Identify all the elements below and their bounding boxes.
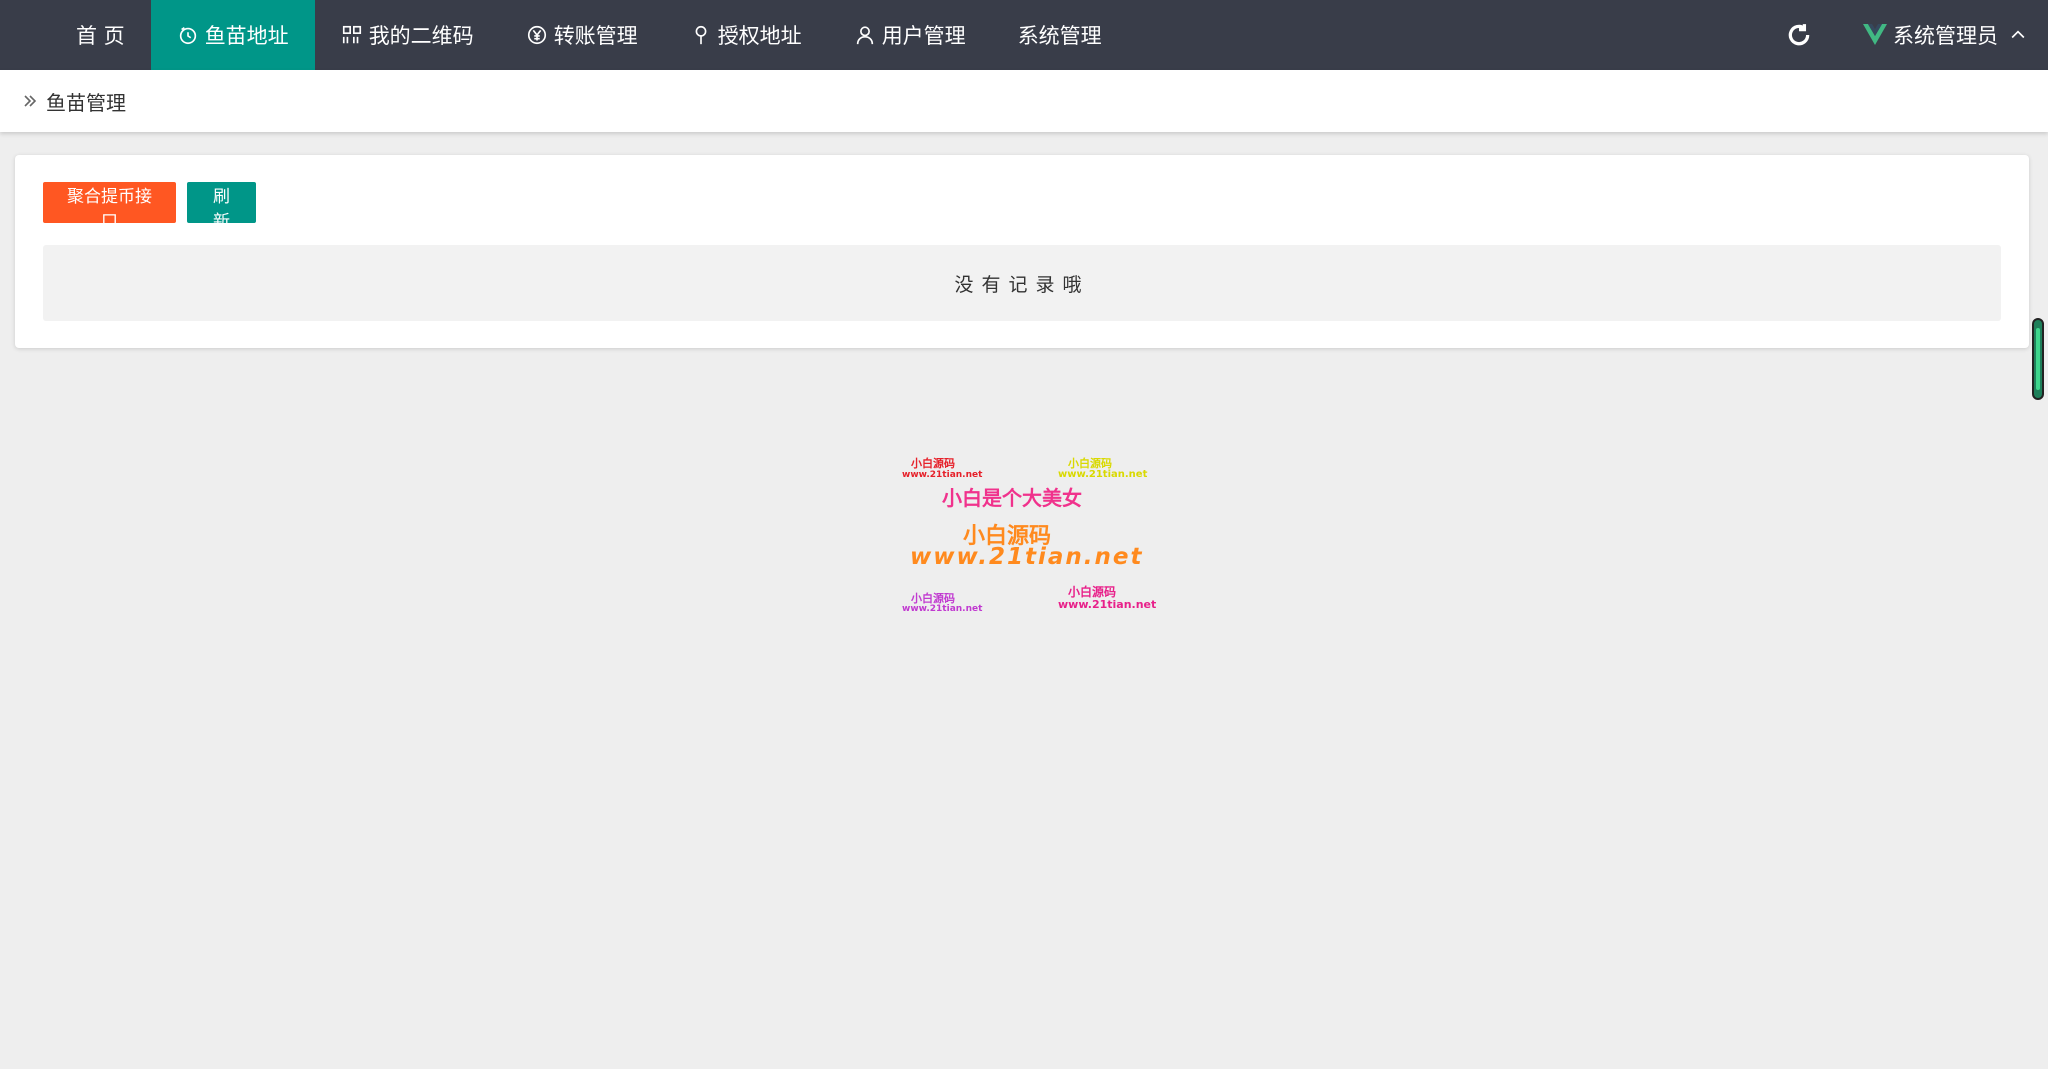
watermark-main-text: 小白是个大美女 — [942, 486, 1082, 510]
user-menu[interactable]: 系统管理员 — [1863, 0, 2048, 70]
nav-item-label: 系统管理 — [1017, 24, 1102, 48]
watermark-url: www.21tian.net — [902, 470, 983, 480]
refresh-icon — [1788, 24, 1810, 46]
nav-item-transfer[interactable]: 转账管理 — [500, 0, 664, 70]
nav-item-fry-address[interactable]: 鱼苗地址 — [150, 0, 315, 70]
user-name: 系统管理员 — [1893, 24, 1998, 48]
nav-item-label: 转账管理 — [553, 24, 638, 48]
vue-logo-icon — [1863, 24, 1887, 45]
watermark: 小白源码 www.21tian.net 小白源码 www.21tian.net … — [895, 452, 1157, 622]
watermark-url: www.21tian.net — [1058, 598, 1157, 611]
nav-item-label: 我的二维码 — [368, 24, 474, 48]
nav-item-label: 用户管理 — [881, 24, 966, 48]
user-icon — [856, 26, 873, 45]
nav-item-my-qrcode[interactable]: 我的二维码 — [315, 0, 500, 70]
nav-item-label: 授权地址 — [717, 24, 802, 48]
nav-item-authorized-address[interactable]: 授权地址 — [664, 0, 828, 70]
double-chevron-right-icon — [24, 95, 37, 107]
watermark-url: www.21tian.net — [1058, 469, 1148, 480]
nav-item-label: 鱼苗地址 — [204, 24, 289, 48]
nav-item-system[interactable]: 系统管理 — [992, 0, 1128, 70]
breadcrumb-label: 鱼苗管理 — [46, 90, 126, 115]
content-card: 聚合提币接口 刷 新 没有记录哦 — [15, 155, 2029, 348]
yen-icon — [527, 25, 546, 45]
top-navbar: 首 页 鱼苗地址 我的二维码 转账管理 授权地址 用户管理 系统管理 系统管理员 — [0, 0, 2048, 70]
watermark-text: 小白源码 — [911, 457, 955, 470]
refresh-button[interactable]: 刷 新 — [187, 182, 256, 232]
breadcrumb: 鱼苗管理 — [0, 70, 2048, 132]
main-nav: 首 页 鱼苗地址 我的二维码 转账管理 授权地址 用户管理 系统管理 — [50, 0, 1128, 70]
aggregate-withdraw-button[interactable]: 聚合提币接口 — [43, 182, 176, 232]
empty-table-message: 没有记录哦 — [43, 245, 2001, 321]
scrollbar-handle[interactable] — [2032, 318, 2044, 400]
location-pin-icon — [695, 25, 707, 45]
watermark-url: www.21tian.net — [902, 604, 983, 614]
clock-icon — [179, 26, 196, 45]
nav-item-home[interactable]: 首 页 — [50, 0, 151, 70]
nav-right: 系统管理员 — [1769, 0, 2048, 70]
chevron-up-icon — [2011, 30, 2025, 39]
refresh-page-button[interactable] — [1769, 0, 1829, 70]
qrcode-icon — [342, 25, 361, 44]
watermark-brand-url: www.21tian.net — [910, 544, 1144, 570]
nav-item-label: 首 页 — [76, 24, 125, 48]
nav-item-users[interactable]: 用户管理 — [828, 0, 992, 70]
